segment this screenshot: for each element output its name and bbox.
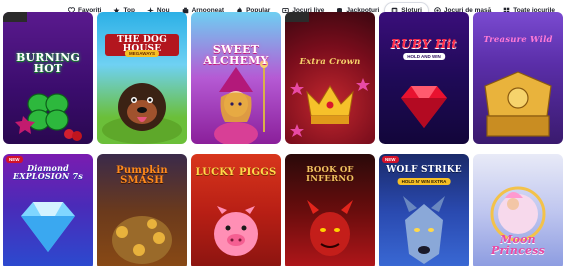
game-title: BURNING HOT	[15, 51, 81, 75]
game-title: RUBY Hit	[390, 37, 458, 51]
game-artwork	[285, 12, 370, 137]
game-artwork	[484, 71, 552, 137]
game-tile-book-of-inferno[interactable]: BOOK OF INFERNO	[285, 154, 375, 266]
game-artwork	[401, 86, 447, 128]
game-subtitle: HOLD AND WIN	[403, 53, 445, 60]
game-title: Treasure Wild	[483, 35, 553, 45]
games-grid: BURNING HOT THE DOG HOUSE MEGAWAYS SWEET…	[0, 12, 568, 266]
game-title: LUCKY PIGGS	[195, 167, 277, 178]
game-artwork	[102, 83, 182, 144]
game-subtitle: HOLD N' WIN EXTRA	[397, 178, 451, 185]
game-tile-dog-house[interactable]: THE DOG HOUSE MEGAWAYS	[97, 12, 187, 144]
game-title: Moon Princess	[491, 233, 545, 257]
game-tile-ruby-hit[interactable]: RUBY Hit HOLD AND WIN	[379, 12, 469, 144]
game-tile-diamond-explosion[interactable]: NEW Diamond EXPLOSION 7s	[3, 154, 93, 266]
game-title: Extra Crown	[299, 57, 361, 67]
game-title: BOOK OF INFERNO	[306, 165, 354, 184]
game-artwork	[214, 60, 268, 144]
game-title: Diamond EXPLOSION 7s	[13, 163, 83, 181]
game-title: SWEET ALCHEMY	[203, 43, 269, 67]
game-artwork	[3, 12, 82, 141]
game-tile-sweet-alchemy[interactable]: SWEET ALCHEMY	[191, 12, 281, 144]
game-title: WOLF STRIKE	[386, 165, 462, 175]
game-tile-burning-hot[interactable]: BURNING HOT	[3, 12, 93, 144]
game-tile-extra-crown[interactable]: Extra Crown	[285, 12, 375, 144]
game-title: Pumpkin SMASH	[116, 165, 168, 186]
game-subtitle: MEGAWAYS	[124, 50, 160, 57]
game-tile-treasure-wild[interactable]: Treasure Wild	[473, 12, 563, 144]
game-tile-moon-princess[interactable]: Moon Princess	[473, 154, 563, 266]
game-tile-pumpkin-smash[interactable]: Pumpkin SMASH	[97, 154, 187, 266]
game-tile-wolf-strike[interactable]: NEW WOLF STRIKE HOLD N' WIN EXTRA	[379, 154, 469, 266]
game-tile-lucky-piggs[interactable]: LUCKY PIGGS	[191, 154, 281, 266]
